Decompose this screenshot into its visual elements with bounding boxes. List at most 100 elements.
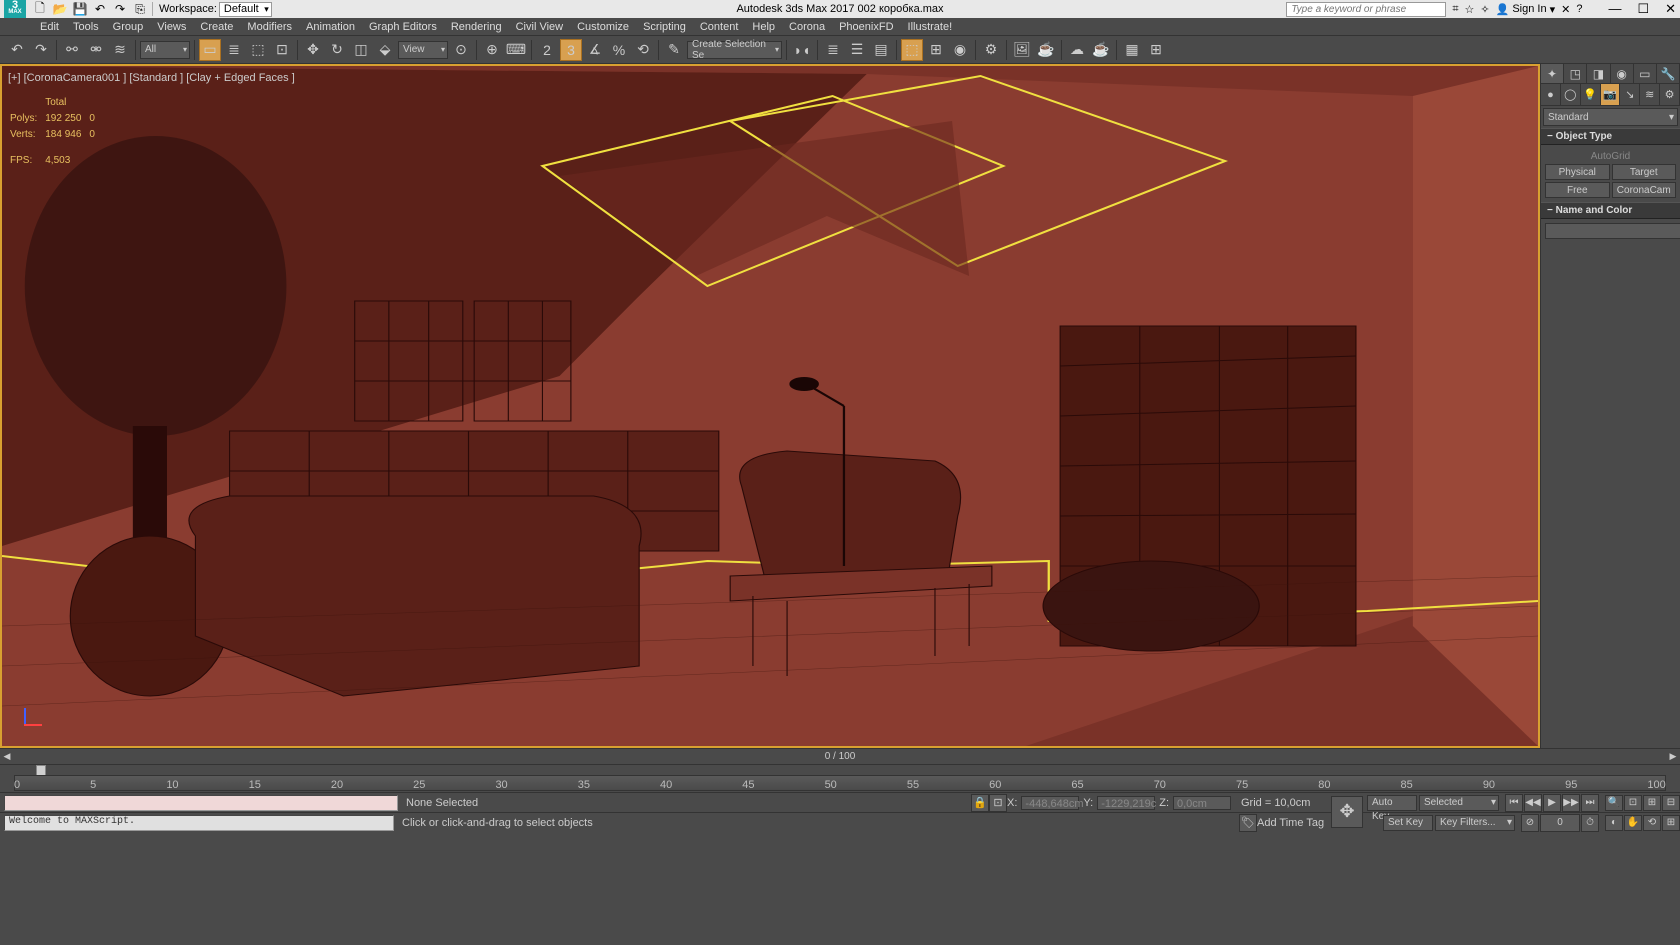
undo-button[interactable]: ↶ bbox=[6, 39, 28, 61]
menu-content[interactable]: Content bbox=[700, 21, 739, 33]
key-filters-button[interactable]: Key Filters... bbox=[1435, 815, 1515, 831]
render-frame-button[interactable]: 🖼 bbox=[1011, 39, 1033, 61]
undo-icon[interactable]: ↶ bbox=[92, 1, 108, 17]
prev-frame-button[interactable]: ◀◀ bbox=[1524, 794, 1542, 812]
set-key-button[interactable]: Set Key bbox=[1383, 815, 1433, 831]
bind-spacewarp-button[interactable]: ≋ bbox=[109, 39, 131, 61]
menu-modifiers[interactable]: Modifiers bbox=[247, 21, 292, 33]
current-frame-input[interactable]: 0 bbox=[1540, 814, 1580, 832]
set-key-big-button[interactable]: ✥ bbox=[1331, 796, 1363, 828]
favorites-icon[interactable]: ✧ bbox=[1480, 3, 1489, 16]
select-manipulate-button[interactable]: ⊕ bbox=[481, 39, 503, 61]
next-frame-button[interactable]: ▶▶ bbox=[1562, 794, 1580, 812]
material-editor-button[interactable]: ◉ bbox=[949, 39, 971, 61]
spinner-snap-button[interactable]: ⟲ bbox=[632, 39, 654, 61]
render-setup-button[interactable]: ⚙ bbox=[980, 39, 1002, 61]
key-mode-dropdown[interactable]: Selected bbox=[1419, 795, 1499, 811]
maxscript-listener-input[interactable]: Welcome to MAXScript. bbox=[4, 815, 394, 831]
menu-help[interactable]: Help bbox=[752, 21, 775, 33]
workspace-selector[interactable]: Default bbox=[219, 2, 272, 17]
cat-spacewarps[interactable]: ≋ bbox=[1640, 84, 1660, 105]
menu-civilview[interactable]: Civil View bbox=[516, 21, 563, 33]
rotate-button[interactable]: ↻ bbox=[326, 39, 348, 61]
project-icon[interactable]: ⎘ bbox=[132, 1, 148, 17]
time-slider[interactable]: 0 / 100 bbox=[14, 751, 1666, 762]
select-by-name-button[interactable]: ≣ bbox=[223, 39, 245, 61]
hierarchy-tab[interactable]: ◨ bbox=[1587, 64, 1610, 83]
cat-helpers[interactable]: ↘ bbox=[1620, 84, 1640, 105]
max-toggle-button[interactable]: ⊞ bbox=[1662, 815, 1680, 831]
fov-button[interactable]: ◐ bbox=[1605, 815, 1623, 831]
utilities-tab[interactable]: 🔧 bbox=[1657, 64, 1680, 83]
infocenter-icon[interactable]: ⌗ bbox=[1452, 3, 1458, 16]
x-coord[interactable]: -448,648cm bbox=[1021, 796, 1079, 810]
cat-systems[interactable]: ⚙ bbox=[1660, 84, 1680, 105]
subcategory-dropdown[interactable]: Standard bbox=[1543, 108, 1678, 126]
mirror-button[interactable]: ◗◖ bbox=[791, 39, 813, 61]
menu-group[interactable]: Group bbox=[113, 21, 144, 33]
maximize-button[interactable]: ☐ bbox=[1637, 1, 1649, 17]
orbit-button[interactable]: ⟲ bbox=[1643, 815, 1661, 831]
y-coord[interactable]: -1229,219c bbox=[1097, 796, 1155, 810]
pivot-center-button[interactable]: ⊙ bbox=[450, 39, 472, 61]
isolate-selection-button[interactable]: ⊘ bbox=[1521, 814, 1539, 832]
goto-end-button[interactable]: ⏭ bbox=[1581, 794, 1599, 812]
viewport[interactable]: [+] [CoronaCamera001 ] [Standard ] [Clay… bbox=[0, 64, 1540, 748]
select-object-button[interactable]: ▭ bbox=[199, 39, 221, 61]
keyboard-shortcut-button[interactable]: ⌨ bbox=[505, 39, 527, 61]
exchange-icon[interactable]: ✕ bbox=[1561, 3, 1570, 16]
time-slider-next[interactable]: ▶ bbox=[1666, 751, 1680, 762]
redo-icon[interactable]: ↷ bbox=[112, 1, 128, 17]
absolute-transform-button[interactable]: ⊡ bbox=[989, 794, 1007, 812]
placement-button[interactable]: ⬙ bbox=[374, 39, 396, 61]
menu-tools[interactable]: Tools bbox=[73, 21, 99, 33]
open-a360-button[interactable]: ⊞ bbox=[1145, 39, 1167, 61]
unlink-button[interactable]: ⚮ bbox=[85, 39, 107, 61]
coronacam-button[interactable]: CoronaCam bbox=[1612, 182, 1677, 198]
target-camera-button[interactable]: Target bbox=[1612, 164, 1677, 180]
window-crossing-button[interactable]: ⊡ bbox=[271, 39, 293, 61]
cat-cameras[interactable]: 📷 bbox=[1601, 84, 1621, 105]
named-selection-sets[interactable]: Create Selection Se bbox=[687, 41, 782, 59]
open-icon[interactable]: 📂 bbox=[52, 1, 68, 17]
modify-tab[interactable]: ◳ bbox=[1564, 64, 1587, 83]
help-search-input[interactable] bbox=[1286, 2, 1446, 17]
time-slider-prev[interactable]: ◀ bbox=[0, 751, 14, 762]
viewport-label[interactable]: [+] [CoronaCamera001 ] [Standard ] [Clay… bbox=[8, 72, 295, 84]
physical-camera-button[interactable]: Physical bbox=[1545, 164, 1610, 180]
menu-rendering[interactable]: Rendering bbox=[451, 21, 502, 33]
signin-button[interactable]: 👤 Sign In ▾ bbox=[1496, 3, 1555, 16]
star-icon[interactable]: ☆ bbox=[1465, 3, 1475, 16]
curve-editor-button[interactable]: ⬚ bbox=[901, 39, 923, 61]
pan-button[interactable]: ✋ bbox=[1624, 815, 1642, 831]
zoom-extents-all-button[interactable]: ⊟ bbox=[1662, 795, 1680, 811]
zoom-extents-button[interactable]: ⊞ bbox=[1643, 795, 1661, 811]
menu-edit[interactable]: Edit bbox=[40, 21, 59, 33]
snap-2d-button[interactable]: 2 bbox=[536, 39, 558, 61]
free-camera-button[interactable]: Free bbox=[1545, 182, 1610, 198]
cat-lights[interactable]: 💡 bbox=[1581, 84, 1601, 105]
menu-corona[interactable]: Corona bbox=[789, 21, 825, 33]
save-icon[interactable]: 💾 bbox=[72, 1, 88, 17]
zoom-all-button[interactable]: ⊡ bbox=[1624, 795, 1642, 811]
redo-button[interactable]: ↷ bbox=[30, 39, 52, 61]
object-name-input[interactable] bbox=[1545, 223, 1680, 239]
render-activeview-button[interactable]: ☕ bbox=[1090, 39, 1112, 61]
play-button[interactable]: ▶ bbox=[1543, 794, 1561, 812]
layers-button[interactable]: ☰ bbox=[846, 39, 868, 61]
z-coord[interactable]: 0,0cm bbox=[1173, 796, 1231, 810]
edit-selection-set-button[interactable]: ✎ bbox=[663, 39, 685, 61]
menu-phoenixfd[interactable]: PhoenixFD bbox=[839, 21, 893, 33]
menu-animation[interactable]: Animation bbox=[306, 21, 355, 33]
render-production-button[interactable]: ☕ bbox=[1035, 39, 1057, 61]
goto-start-button[interactable]: ⏮ bbox=[1505, 794, 1523, 812]
create-tab[interactable]: ✦ bbox=[1541, 64, 1564, 83]
scale-button[interactable]: ◫ bbox=[350, 39, 372, 61]
minimize-button[interactable]: — bbox=[1608, 1, 1621, 17]
menu-customize[interactable]: Customize bbox=[577, 21, 629, 33]
schematic-view-button[interactable]: ⊞ bbox=[925, 39, 947, 61]
object-type-rollout-header[interactable]: Object Type bbox=[1541, 128, 1680, 145]
move-button[interactable]: ✥ bbox=[302, 39, 324, 61]
selection-filter[interactable]: All bbox=[140, 41, 190, 59]
help-icon[interactable]: ? bbox=[1576, 3, 1582, 15]
